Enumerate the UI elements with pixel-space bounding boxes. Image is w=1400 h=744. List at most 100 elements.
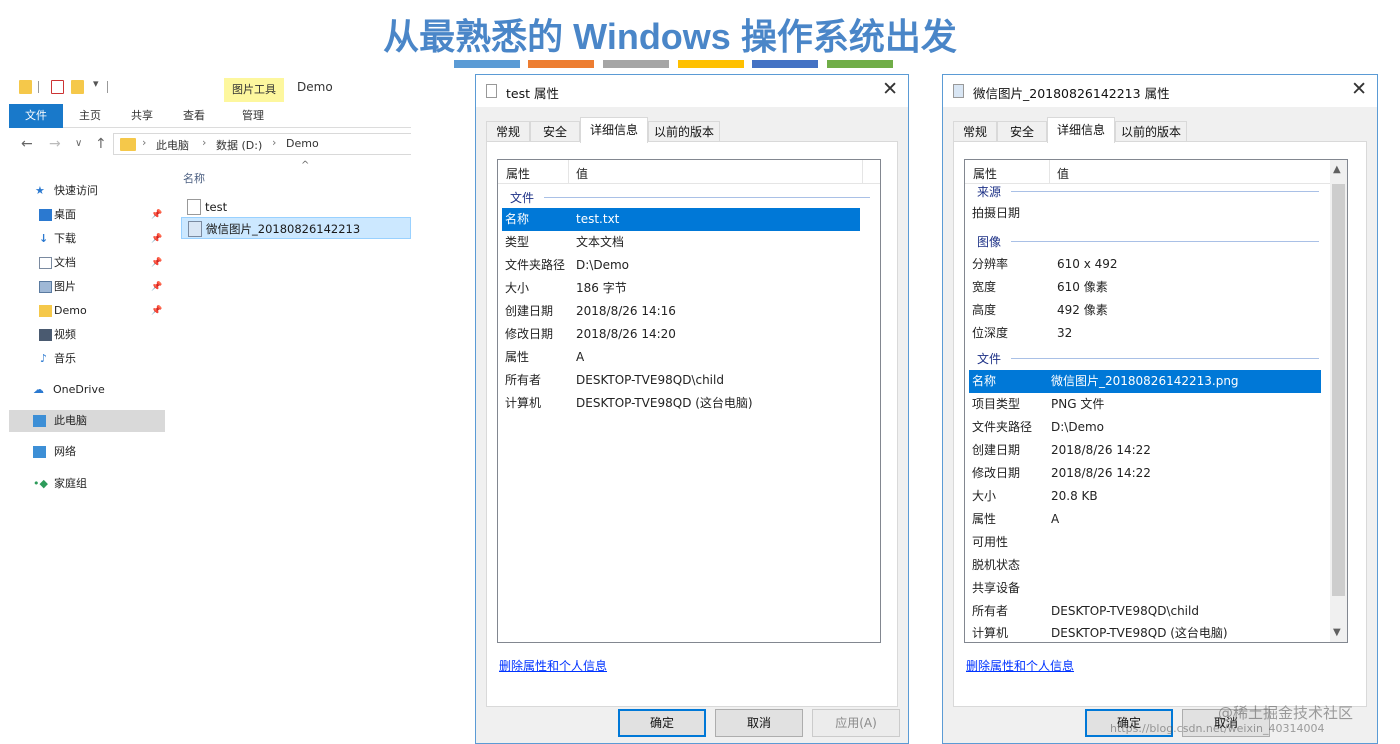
nav-item-music[interactable]: ♪ 音乐 [9,348,165,370]
scroll-up-icon[interactable]: ▲ [1333,164,1341,175]
nav-this-pc[interactable]: 此电脑 [9,410,165,432]
scrollbar-thumb[interactable] [1332,184,1345,596]
breadcrumb-separator-icon[interactable]: › [202,136,206,149]
ribbon-tab-manage[interactable]: 管理 [229,104,277,128]
property-row[interactable]: 项目类型 PNG 文件 [969,393,1321,416]
property-row[interactable]: 所有者 DESKTOP-TVE98QD\child [502,369,860,392]
ribbon-tab-home[interactable]: 主页 [69,104,111,128]
property-value: 32 [1057,326,1073,340]
accent-bar-6 [827,60,893,68]
nav-item-videos[interactable]: 视频 [9,324,165,346]
property-row[interactable]: 修改日期 2018/8/26 14:22 [969,462,1321,485]
property-row[interactable]: 共享设备 [969,577,1321,600]
file-item-image[interactable]: 微信图片_20180826142213 [181,217,411,239]
property-row[interactable]: 高度 492 像素 [969,299,1321,322]
property-key: 脱机状态 [972,558,1021,572]
forward-arrow-icon[interactable]: → [49,136,61,152]
nav-item-desktop[interactable]: 桌面 📌 [9,204,165,226]
vertical-scrollbar[interactable]: ▲ ▼ [1330,160,1347,642]
column-divider[interactable] [862,160,863,184]
column-header-name[interactable]: 名称 [183,170,205,186]
property-row[interactable]: 创建日期 2018/8/26 14:22 [969,439,1321,462]
property-row[interactable]: 计算机 DESKTOP-TVE98QD (这台电脑) [969,622,1321,642]
property-row[interactable]: 所有者 DESKTOP-TVE98QD\child [969,600,1321,623]
breadcrumb-separator-icon[interactable]: › [142,136,146,149]
accent-bar-1 [454,60,520,68]
ribbon-tab-view[interactable]: 查看 [173,104,215,128]
pin-icon[interactable]: 📌 [151,276,162,298]
file-item-test[interactable]: test [181,196,411,218]
property-row[interactable]: 可用性 [969,531,1321,554]
property-row[interactable]: 类型 文本文档 [502,231,860,254]
ok-button[interactable]: 确定 [618,709,706,737]
property-row[interactable]: 宽度 610 像素 [969,276,1321,299]
breadcrumb-separator-icon[interactable]: › [272,136,276,149]
breadcrumb-demo[interactable]: Demo [286,137,319,150]
picture-tools-context-tab: 图片工具 [224,78,284,102]
ribbon-tab-file[interactable]: 文件 [9,104,63,128]
property-row[interactable]: 分辨率 610 x 492 [969,253,1321,276]
customize-toolbar-icon[interactable]: ▾ [93,77,99,90]
nav-onedrive[interactable]: ☁ OneDrive [9,379,165,401]
nav-homegroup[interactable]: •◆ 家庭组 [9,473,165,495]
tab-security[interactable]: 安全 [530,121,580,142]
tab-previous-versions[interactable]: 以前的版本 [648,121,720,142]
column-divider[interactable] [568,160,569,184]
column-header-value[interactable]: 值 [576,165,588,182]
property-row[interactable]: 属性 A [502,346,860,369]
property-row[interactable]: 文件夹路径 D:\Demo [502,254,860,277]
close-icon[interactable]: ✕ [882,78,898,100]
dialog-title: 微信图片_20180826142213 属性 [973,86,1170,101]
pin-icon[interactable]: 📌 [151,228,162,250]
property-row[interactable]: 创建日期 2018/8/26 14:16 [502,300,860,323]
property-row[interactable]: 修改日期 2018/8/26 14:20 [502,323,860,346]
nav-quick-access[interactable]: ★ 快速访问 [9,180,165,202]
tab-details[interactable]: 详细信息 [1047,117,1115,143]
recent-locations-icon[interactable]: ∨ [75,138,82,149]
properties-icon[interactable] [51,80,64,94]
tab-previous-versions[interactable]: 以前的版本 [1115,121,1187,142]
tab-general[interactable]: 常规 [486,121,530,142]
remove-properties-link[interactable]: 删除属性和个人信息 [966,657,1074,674]
music-icon: ♪ [40,352,48,365]
tab-general[interactable]: 常规 [953,121,997,142]
property-row[interactable]: 名称 test.txt [502,208,860,231]
nav-network[interactable]: 网络 [9,441,165,463]
property-row[interactable]: 属性 A [969,508,1321,531]
tab-security[interactable]: 安全 [997,121,1047,142]
folder-icon[interactable] [19,80,32,94]
tab-details[interactable]: 详细信息 [580,117,648,143]
group-label: 文件 [977,352,1002,366]
property-row[interactable]: 大小 186 字节 [502,277,860,300]
remove-properties-link[interactable]: 删除属性和个人信息 [499,657,607,674]
pin-icon[interactable]: 📌 [151,252,162,274]
property-list[interactable]: 属性 值 来源 拍摄日期 图像 分辨率 610 x 492 宽度 610 像素 高度… [964,159,1348,643]
back-arrow-icon[interactable]: ← [21,136,33,152]
property-row[interactable]: 名称 微信图片_20180826142213.png [969,370,1321,393]
new-folder-icon[interactable] [71,80,84,94]
nav-item-documents[interactable]: 文档 📌 [9,252,165,274]
cancel-button[interactable]: 取消 [715,709,803,737]
nav-item-downloads[interactable]: ↓ 下载 📌 [9,228,165,250]
close-icon[interactable]: ✕ [1351,78,1367,100]
property-list[interactable]: 属性 值 文件 名称 test.txt 类型 文本文档 文件夹路径 D:\Demo 大… [497,159,881,643]
nav-item-pictures[interactable]: 图片 📌 [9,276,165,298]
pin-icon[interactable]: 📌 [151,204,162,226]
up-arrow-icon[interactable]: ↑ [95,136,107,152]
property-row[interactable]: 脱机状态 [969,554,1321,577]
property-row[interactable]: 计算机 DESKTOP-TVE98QD (这台电脑) [502,392,860,415]
property-row[interactable]: 拍摄日期 [969,202,1321,225]
nav-item-demo[interactable]: Demo 📌 [9,300,165,322]
breadcrumb-drive-d[interactable]: 数据 (D:) [216,137,262,153]
apply-button[interactable]: 应用(A) [812,709,900,737]
pin-icon[interactable]: 📌 [151,300,162,322]
column-header-property[interactable]: 属性 [506,165,530,182]
property-row[interactable]: 位深度 32 [969,322,1321,345]
property-key: 名称 [972,374,997,388]
property-row[interactable]: 大小 20.8 KB [969,485,1321,508]
ribbon-tab-share[interactable]: 共享 [121,104,163,128]
address-bar[interactable]: › 此电脑 › 数据 (D:) › Demo [113,133,411,155]
property-row[interactable]: 文件夹路径 D:\Demo [969,416,1321,439]
breadcrumb-this-pc[interactable]: 此电脑 [156,137,189,153]
scroll-down-icon[interactable]: ▼ [1333,627,1341,638]
